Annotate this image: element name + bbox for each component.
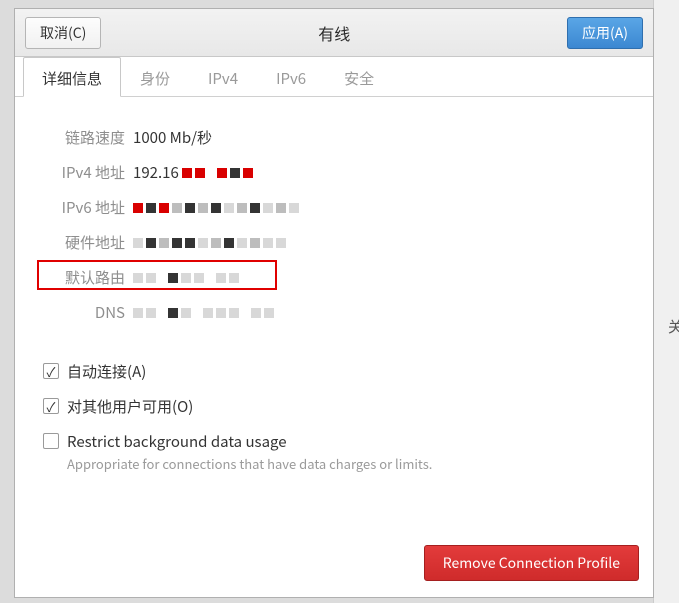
value-dns (133, 308, 625, 318)
hw-redacted-mask (133, 238, 286, 248)
cancel-button[interactable]: 取消(C) (25, 17, 101, 49)
dialog-titlebar: 取消(C) 有线 应用(A) (15, 9, 653, 57)
tab-details[interactable]: 详细信息 (23, 57, 121, 97)
restrict-bg-sublabel: Appropriate for connections that have da… (67, 454, 432, 473)
value-default-route (133, 273, 625, 283)
connection-info-grid: 链路速度 1000 Mb/秒 IPv4 地址 192.16 IPv6 地址 硬件… (43, 127, 625, 323)
label-default-route: 默认路由 (43, 267, 125, 288)
remove-connection-button[interactable]: Remove Connection Profile (424, 545, 639, 581)
available-all-label: 对其他用户可用(O) (67, 396, 193, 417)
ipv6-redacted-mask (133, 203, 299, 213)
value-hardware-address (133, 238, 625, 248)
option-restrict-background: Restrict background data usage Appropria… (43, 431, 625, 473)
label-link-speed: 链路速度 (43, 127, 125, 148)
route-redacted-mask (133, 273, 239, 283)
option-auto-connect: 自动连接(A) (43, 361, 625, 382)
auto-connect-checkbox[interactable] (43, 363, 59, 379)
underlying-window-sliver: 关 (653, 0, 679, 603)
label-ipv6-address: IPv6 地址 (43, 197, 125, 218)
options-section: 自动连接(A) 对其他用户可用(O) Restrict background d… (43, 361, 625, 473)
auto-connect-label: 自动连接(A) (67, 361, 146, 382)
option-available-all-users: 对其他用户可用(O) (43, 396, 625, 417)
available-all-checkbox[interactable] (43, 398, 59, 414)
label-hardware-address: 硬件地址 (43, 232, 125, 253)
dialog-footer: Remove Connection Profile (15, 531, 653, 597)
ipv4-redacted-mask (182, 168, 253, 178)
apply-button[interactable]: 应用(A) (567, 17, 643, 49)
restrict-bg-checkbox[interactable] (43, 433, 59, 449)
value-link-speed: 1000 Mb/秒 (133, 127, 625, 148)
tab-ipv4[interactable]: IPv4 (189, 57, 257, 97)
ipv4-visible-prefix: 192.16 (133, 162, 179, 183)
value-ipv4-address: 192.16 (133, 162, 625, 183)
label-dns: DNS (43, 302, 125, 323)
tab-identity[interactable]: 身份 (121, 57, 189, 97)
underlying-text-fragment: 关 (668, 316, 679, 337)
connection-settings-dialog: 取消(C) 有线 应用(A) 详细信息 身份 IPv4 IPv6 安全 链路速度… (14, 8, 654, 598)
dns-redacted-mask (133, 308, 274, 318)
tab-security[interactable]: 安全 (325, 57, 393, 97)
tab-ipv6[interactable]: IPv6 (257, 57, 325, 97)
label-ipv4-address: IPv4 地址 (43, 162, 125, 183)
restrict-bg-label: Restrict background data usage (67, 431, 432, 452)
dialog-title: 有线 (318, 21, 350, 45)
value-ipv6-address (133, 203, 625, 213)
details-pane: 链路速度 1000 Mb/秒 IPv4 地址 192.16 IPv6 地址 硬件… (15, 97, 653, 531)
tab-bar: 详细信息 身份 IPv4 IPv6 安全 (15, 57, 653, 97)
